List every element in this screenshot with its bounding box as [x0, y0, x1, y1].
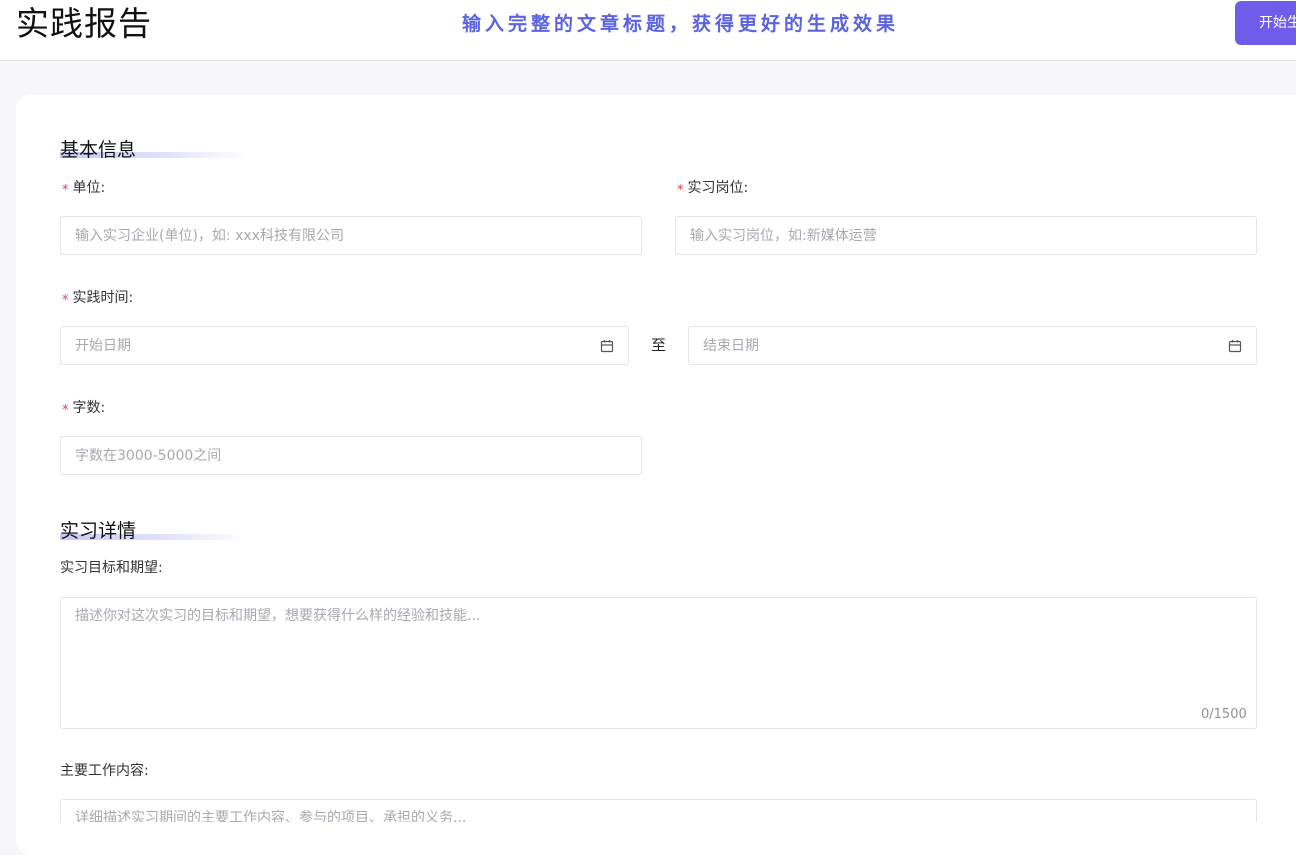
date-range-separator: 至: [651, 336, 667, 354]
required-mark: *: [62, 403, 69, 418]
start-date-placeholder: 开始日期: [75, 338, 131, 354]
required-mark: *: [677, 183, 684, 198]
word-count-input[interactable]: [60, 436, 642, 475]
unit-input[interactable]: [60, 216, 642, 255]
goals-label: 实习目标和期望:: [60, 560, 163, 576]
required-mark: *: [62, 293, 69, 308]
top-header: 实践报告 输入完整的文章标题，获得更好的生成效果 开始生成: [0, 0, 1296, 61]
time-label: * 实践时间:: [62, 288, 133, 309]
position-label: * 实习岗位:: [677, 178, 748, 199]
work-label: 主要工作内容:: [60, 763, 149, 779]
required-mark: *: [62, 183, 69, 198]
form-card: [16, 95, 1296, 855]
end-date-placeholder: 结束日期: [703, 338, 759, 354]
position-label-text: 实习岗位:: [687, 180, 749, 196]
position-input[interactable]: [675, 216, 1257, 255]
calendar-icon: [1228, 340, 1242, 353]
words-label: * 字数:: [62, 398, 105, 419]
unit-label: * 单位:: [62, 178, 105, 199]
goals-char-counter: 0/1500: [1201, 707, 1247, 722]
page-title: 实践报告: [16, 4, 152, 43]
calendar-icon: [600, 340, 614, 353]
words-label-text: 字数:: [72, 400, 106, 416]
work-textarea[interactable]: [60, 799, 1257, 822]
start-generate-button[interactable]: 开始生成: [1235, 1, 1296, 45]
header-tagline: 输入完整的文章标题，获得更好的生成效果: [462, 13, 900, 35]
time-label-text: 实践时间:: [72, 290, 134, 306]
end-date-picker[interactable]: 结束日期: [688, 326, 1257, 365]
section-title-details: 实习详情: [60, 520, 137, 542]
section-title-basic: 基本信息: [60, 139, 137, 161]
start-date-picker[interactable]: 开始日期: [60, 326, 629, 365]
unit-label-text: 单位:: [72, 180, 106, 196]
goals-textarea[interactable]: [60, 597, 1257, 729]
